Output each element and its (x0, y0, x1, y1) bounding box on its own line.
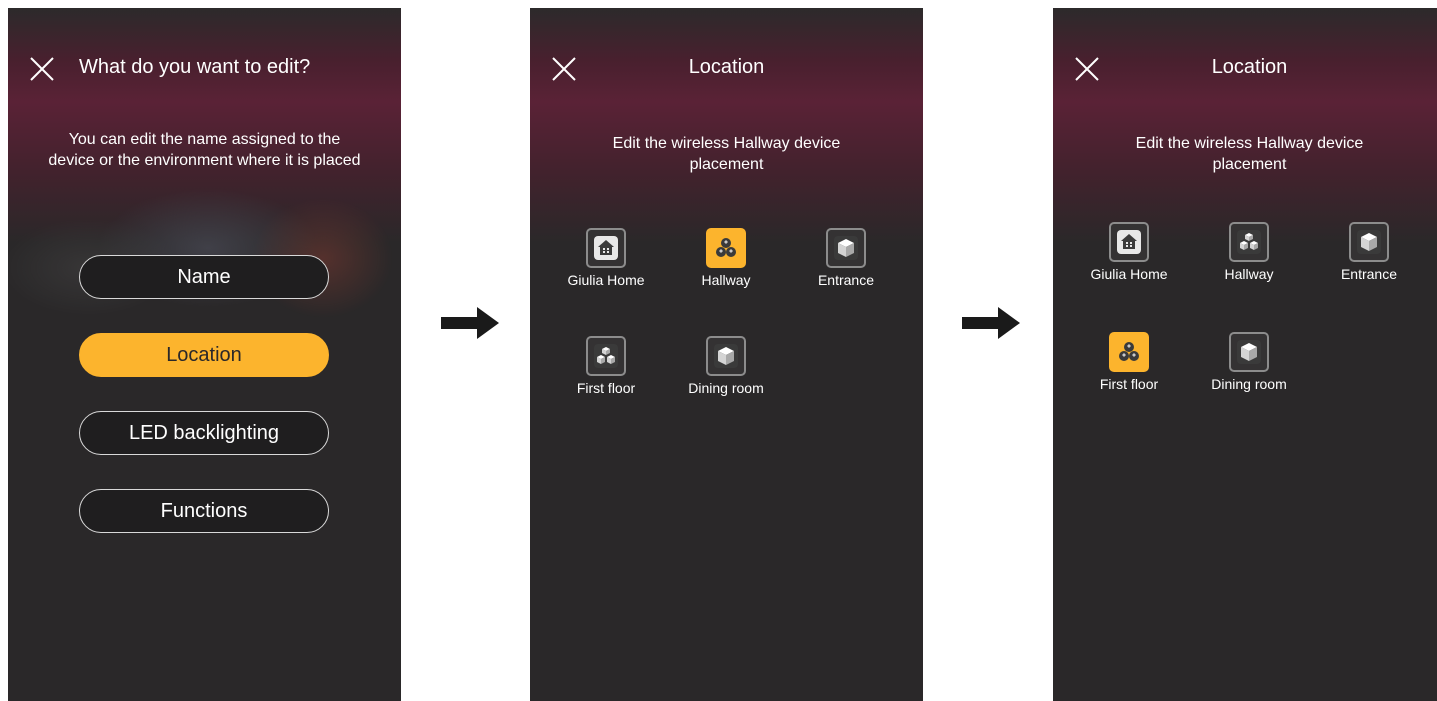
location-label: First floor (576, 380, 636, 396)
location-label: Giulia Home (1090, 266, 1168, 282)
page-title: Location (688, 56, 765, 78)
location-giulia-home[interactable]: Giulia Home (1074, 222, 1184, 282)
location-giulia-home[interactable]: Giulia Home (551, 228, 661, 288)
location-screen-updated: Location Edit the wireless Hallway devic… (1053, 8, 1437, 701)
location-label: Dining room (1211, 376, 1287, 392)
location-button[interactable]: Location (79, 333, 329, 377)
cubes-icon (1237, 230, 1261, 254)
location-screen-initial: Location Edit the wireless Hallway devic… (530, 8, 923, 701)
cube-icon (834, 236, 858, 260)
location-entrance[interactable]: Entrance (1314, 222, 1424, 282)
functions-button[interactable]: Functions (79, 489, 329, 533)
location-label: Hallway (701, 272, 751, 288)
page-title: What do you want to edit? (79, 56, 311, 78)
location-first-floor[interactable]: First floor (1074, 332, 1184, 392)
name-button[interactable]: Name (79, 255, 329, 299)
cubes-icon (594, 344, 618, 368)
cubes-icon (716, 238, 736, 257)
arrow-right-icon (962, 307, 1020, 339)
close-icon[interactable] (28, 55, 56, 83)
page-title: Location (1211, 56, 1288, 78)
location-label: First floor (1099, 376, 1159, 392)
location-label: Entrance (817, 272, 875, 288)
page-subtitle: You can edit the name assigned to the de… (48, 131, 361, 169)
edit-menu-screen: What do you want to edit? You can edit t… (8, 8, 401, 701)
location-dining-room[interactable]: Dining room (671, 336, 781, 396)
led-backlighting-button[interactable]: LED backlighting (79, 411, 329, 455)
cube-icon (1237, 340, 1261, 364)
location-hallway[interactable]: Hallway (1194, 222, 1304, 282)
location-label: Entrance (1340, 266, 1398, 282)
location-label: Hallway (1224, 266, 1274, 282)
location-label: Dining room (688, 380, 764, 396)
cubes-icon (1119, 342, 1139, 361)
location-first-floor[interactable]: First floor (551, 336, 661, 396)
location-entrance[interactable]: Entrance (791, 228, 901, 288)
home-icon (1117, 230, 1141, 254)
location-label: Giulia Home (567, 272, 645, 288)
cube-icon (714, 344, 738, 368)
home-icon (594, 236, 618, 260)
page-subtitle: Edit the wireless Hallway device placeme… (612, 135, 841, 173)
location-hallway[interactable]: Hallway (671, 228, 781, 288)
location-dining-room[interactable]: Dining room (1194, 332, 1304, 392)
arrow-right-icon (441, 307, 499, 339)
page-subtitle: Edit the wireless Hallway device placeme… (1135, 135, 1364, 173)
cube-icon (1357, 230, 1381, 254)
